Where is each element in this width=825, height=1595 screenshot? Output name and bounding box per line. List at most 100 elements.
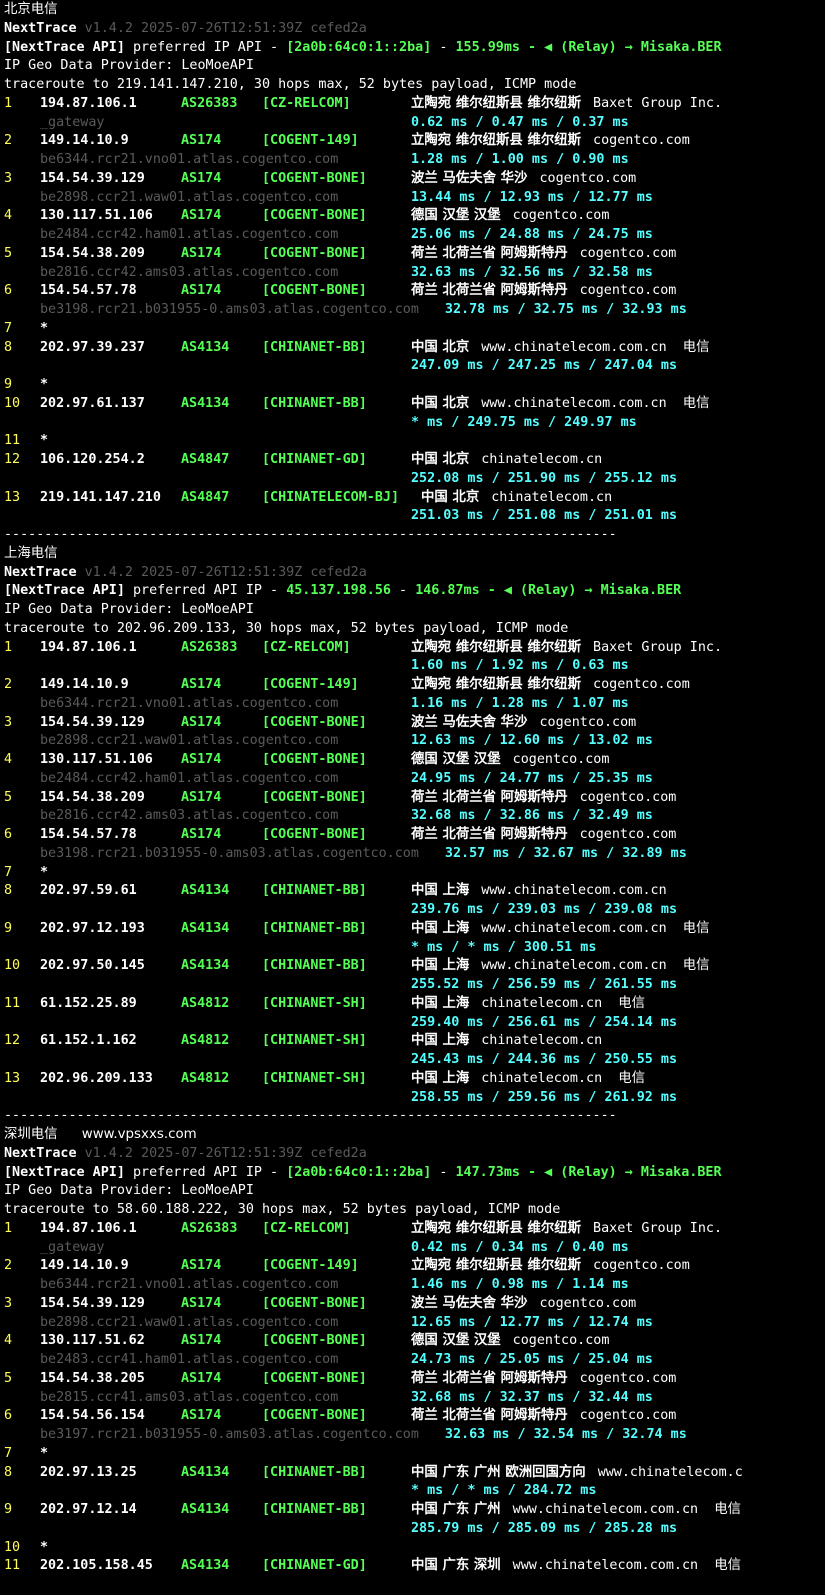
api-prefix: [NextTrace API] xyxy=(4,1164,125,1180)
hop-ip: 202.97.12.193 xyxy=(40,920,145,936)
hop-timeout-star: * xyxy=(40,1539,49,1555)
hop-geo: 中国 广东 广州 欧洲回国方向 xyxy=(411,1464,586,1480)
hop-geo: 中国 上海 xyxy=(411,995,470,1011)
hop-hostname: be3197.rcr21.b031955-0.ams03.atlas.cogen… xyxy=(40,1427,419,1442)
hop-org-group: www.chinatelecom.com.cn 电信 xyxy=(481,919,709,938)
app-name: NextTrace xyxy=(4,1145,77,1161)
hop-org: chinatelecom.cn xyxy=(481,1033,603,1049)
hop-number: 10 xyxy=(4,958,21,974)
hop-ip: 154.54.38.205 xyxy=(40,1370,145,1386)
traceroute-target: traceroute to 58.60.188.222, 30 hops max… xyxy=(4,1202,561,1217)
hop-number: 9 xyxy=(4,920,13,936)
hop-netname: [CZ-RELCOM] xyxy=(262,1220,351,1236)
hop-ip: 154.54.39.129 xyxy=(40,1295,145,1311)
hop-ip: 149.14.10.9 xyxy=(40,133,129,149)
hop-geo: 中国 北京 xyxy=(411,452,470,467)
divider-line: ----------------------------------------… xyxy=(4,527,617,542)
hop-netname: [COGENT-BONE] xyxy=(262,827,367,842)
hop-ip: 130.117.51.106 xyxy=(40,208,153,224)
hop-netname: [CHINANET-BB] xyxy=(262,920,367,936)
hop-org: cogentco.com xyxy=(579,283,677,299)
hop-netname: [COGENT-BONE] xyxy=(262,714,367,730)
version-string: v1.4.2 2025-07-26T12:51:39Z cefed2a xyxy=(84,20,367,36)
hop-asn: AS174 xyxy=(181,1295,222,1311)
hop-asn: AS4134 xyxy=(181,395,230,411)
hop-netname: [COGENT-149] xyxy=(262,133,359,149)
hop-netname: [CHINANET-GD] xyxy=(262,452,367,467)
hop-netname: [COGENT-149] xyxy=(262,677,359,692)
hop-geo: 波兰 马佐夫舍 华沙 xyxy=(411,714,528,730)
hop-number: 5 xyxy=(4,789,13,805)
hop-org: Baxet Group Inc. xyxy=(593,95,723,111)
geo-provider: IP Geo Data Provider: LeoMoeAPI xyxy=(4,1183,254,1199)
hop-ip: 202.97.13.25 xyxy=(40,1464,137,1480)
hop-asn: AS4134 xyxy=(181,958,230,974)
hop-hostname: be2484.ccr42.ham01.atlas.cogentco.com xyxy=(40,770,339,786)
hop-number: 2 xyxy=(4,1258,13,1274)
hop-geo: 中国 广东 深圳 xyxy=(411,1558,501,1574)
hop-number: 6 xyxy=(4,827,13,842)
hop-asn: AS26383 xyxy=(181,1220,238,1236)
hop-number: 3 xyxy=(4,1295,13,1311)
hop-geo: 中国 北京 xyxy=(411,395,470,411)
hop-org: cogentco.com xyxy=(539,1295,637,1311)
api-ip: 45.137.198.56 xyxy=(286,583,391,599)
api-line: [NextTrace API] preferred IP API - [2a0b… xyxy=(4,38,722,57)
geo-provider: IP Geo Data Provider: LeoMoeAPI xyxy=(4,58,254,74)
hop-asn: AS174 xyxy=(181,208,222,224)
hop-geo: 中国 上海 xyxy=(411,920,470,936)
hop-rtt: 0.62 ms / 0.47 ms / 0.37 ms xyxy=(411,114,629,130)
app-name: NextTrace xyxy=(4,564,77,580)
hop-hostname: be2815.ccr41.ams03.atlas.cogentco.com xyxy=(40,1389,339,1405)
hop-rtt: 25.06 ms / 24.88 ms / 24.75 ms xyxy=(411,227,653,242)
hop-netname: [COGENT-BONE] xyxy=(262,1333,367,1349)
hop-asn: AS4134 xyxy=(181,1502,230,1517)
hop-ip: 194.87.106.1 xyxy=(40,639,137,655)
geo-provider-line: IP Geo Data Provider: LeoMoeAPI xyxy=(4,56,254,75)
api-line: [NextTrace API] preferred API IP - 45.13… xyxy=(4,581,681,600)
hop-org-group: www.chinatelecom.com.cn 电信 xyxy=(513,1500,741,1519)
hop-hostname: be2484.ccr42.ham01.atlas.cogentco.com xyxy=(40,227,339,242)
version-string: v1.4.2 2025-07-26T12:51:39Z cefed2a xyxy=(84,1145,367,1161)
hop-org: www.chinatelecom.com.cn xyxy=(481,958,667,974)
hop-number: 13 xyxy=(4,1070,21,1086)
hop-org: www.chinatelecom.c xyxy=(597,1464,743,1480)
section-divider: ----------------------------------------… xyxy=(4,525,617,544)
hop-org: chinatelecom.cn xyxy=(481,1070,603,1086)
hop-hostname: be6344.rcr21.vno01.atlas.cogentco.com xyxy=(40,1277,339,1292)
hop-org-group: cogentco.com xyxy=(539,713,636,732)
hop-rtt: 32.78 ms / 32.75 ms / 32.93 ms xyxy=(444,302,687,317)
hop-org: cogentco.com xyxy=(593,1258,690,1274)
hop-geo: 德国 汉堡 汉堡 xyxy=(411,1333,501,1349)
hop-hostname: be2898.ccr21.waw01.atlas.cogentco.com xyxy=(40,1314,339,1330)
hop-netname: [CHINANET-BB] xyxy=(262,339,367,355)
nexttrace-header: NextTrace v1.4.2 2025-07-26T12:51:39Z ce… xyxy=(4,1144,367,1163)
hop-number: 2 xyxy=(4,677,13,692)
traceroute-line: traceroute to 58.60.188.222, 30 hops max… xyxy=(4,1200,560,1219)
hop-rtt: 285.79 ms / 285.09 ms / 285.28 ms xyxy=(411,1520,678,1536)
divider-line: ----------------------------------------… xyxy=(4,1108,617,1124)
hop-org-group: www.chinatelecom.com.cn 电信 xyxy=(481,956,709,975)
hop-netname: [CHINANET-BB] xyxy=(262,958,367,974)
hop-number: 11 xyxy=(4,995,21,1011)
hop-ip: 154.54.38.209 xyxy=(40,789,145,805)
hop-isp: 电信 xyxy=(682,958,710,974)
hop-number: 11 xyxy=(4,433,21,449)
hop-number: 1 xyxy=(4,95,13,111)
hop-ip: 154.54.39.129 xyxy=(40,714,145,730)
hop-rtt: 255.52 ms / 256.59 ms / 261.55 ms xyxy=(411,977,678,992)
hop-org-group: chinatelecom.cn xyxy=(491,488,612,507)
hop-netname: [COGENT-BONE] xyxy=(262,1408,367,1424)
hop-number: 1 xyxy=(4,1220,13,1236)
hop-org-group: cogentco.com xyxy=(513,750,610,769)
hop-number: 5 xyxy=(4,245,13,261)
hop-netname: [CHINANET-SH] xyxy=(262,1033,367,1049)
hop-rtt: 12.63 ms / 12.60 ms / 13.02 ms xyxy=(411,733,653,749)
geo-provider: IP Geo Data Provider: LeoMoeAPI xyxy=(4,602,254,617)
hop-hostname: be2483.ccr41.ham01.atlas.cogentco.com xyxy=(40,1352,339,1367)
hop-org: www.chinatelecom.com.cn xyxy=(481,920,667,936)
hop-ip: 219.141.147.210 xyxy=(40,489,161,505)
hop-org-group: chinatelecom.cn xyxy=(481,450,602,469)
terminal-window: 北京电信 NextTrace v1.4.2 2025-07-26T12:51:39… xyxy=(0,0,825,1595)
section-divider: ----------------------------------------… xyxy=(4,1106,617,1125)
